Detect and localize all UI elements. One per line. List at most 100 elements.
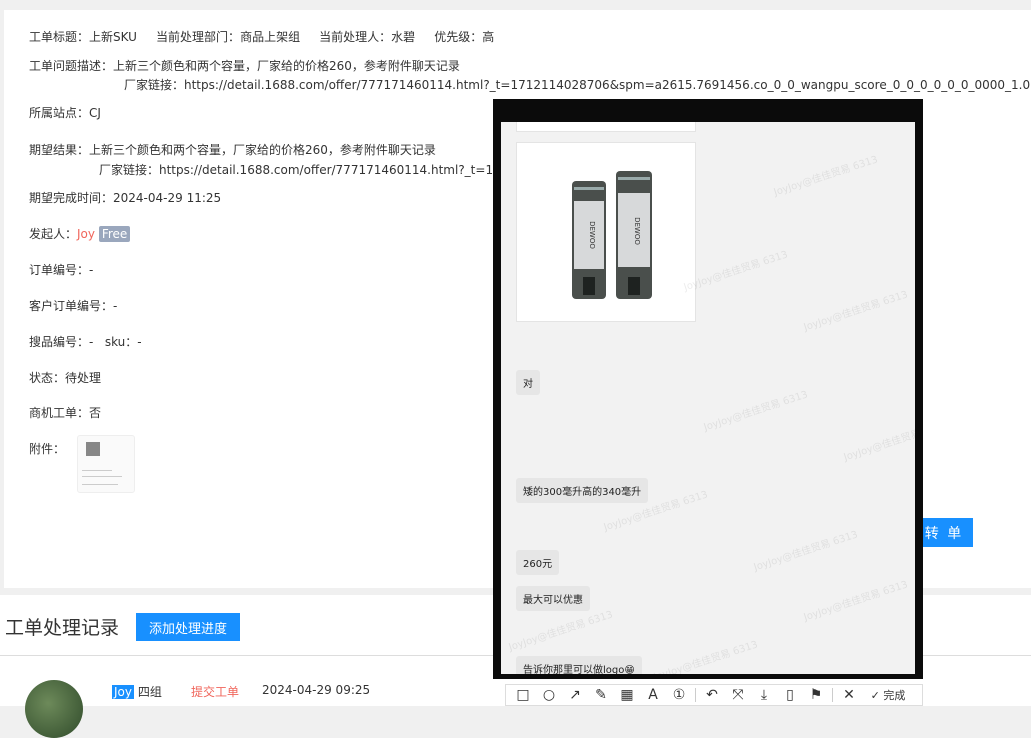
undo-icon[interactable]: ↶ <box>699 685 725 705</box>
circle-icon[interactable]: ○ <box>536 685 562 705</box>
chat-message: 260元 <box>516 550 560 575</box>
search-label: 搜品编号： <box>29 335 90 349</box>
biz-row: 商机工单：否 <box>29 405 101 421</box>
order-label: 订单编号： <box>29 263 90 277</box>
thumb-line <box>82 470 112 471</box>
record-user: Joy 四组 <box>112 683 162 700</box>
toolbar-separator <box>832 688 833 702</box>
done-button[interactable]: ✓ 完成 <box>862 685 914 705</box>
avatar <box>25 680 83 738</box>
record-action: 提交工单 <box>191 685 240 699</box>
thumb-line <box>82 484 118 485</box>
handler-label: 当前处理人： <box>319 30 392 44</box>
watermark: JoyJoy@佳佳贸易 6313 <box>842 419 915 464</box>
sku-value: - <box>137 335 142 349</box>
due-label: 期望完成时间： <box>29 191 114 205</box>
search-row: 搜品编号：- sku：- <box>29 334 142 350</box>
expect-line1: 上新三个颜色和两个容量，厂家给的价格260，参考附件聊天记录 <box>89 143 436 157</box>
expect-link-row: 厂家链接：https://detail.1688.com/offer/77717… <box>99 162 524 178</box>
biz-value: 否 <box>89 406 102 420</box>
chat-screenshot: DEWOO DEWOO 对 矮的300毫升高的340毫升 260元 最大可以优惠… <box>501 122 915 674</box>
cust-order-label: 客户订单编号： <box>29 299 114 313</box>
attachment-thumbnail[interactable] <box>77 435 135 493</box>
watermark: JoyJoy@佳佳贸易 6313 <box>682 249 790 294</box>
crop-icon[interactable]: ⤧ <box>725 685 751 705</box>
chat-message: 对 <box>516 370 540 395</box>
priority-value: 高 <box>482 30 495 44</box>
records-title: 工单处理记录 <box>5 617 120 639</box>
product-brand-text: DEWOO <box>588 221 596 249</box>
initiator-name[interactable]: Joy <box>77 227 95 241</box>
arrow-icon[interactable]: ↗ <box>562 685 588 705</box>
record-group: 四组 <box>137 685 162 699</box>
expect-label: 期望结果： <box>29 143 90 157</box>
thumb-line <box>82 476 122 477</box>
dept-value: 商品上架组 <box>240 30 301 44</box>
number-icon[interactable]: ① <box>666 685 692 705</box>
due-row: 期望完成时间：2024-04-29 11:25 <box>29 190 221 206</box>
toolbar-separator <box>695 688 696 702</box>
watermark: JoyJoy@佳佳贸易 6313 <box>802 289 910 334</box>
site-row: 所属站点：CJ <box>29 105 101 121</box>
close-icon[interactable]: ✕ <box>836 685 862 705</box>
problem-line2[interactable]: 厂家链接：https://detail.1688.com/offer/77717… <box>124 78 1030 92</box>
order-value: - <box>89 263 94 277</box>
attach-row: 附件： <box>29 441 65 457</box>
ticket-header-row: 工单标题：上新SKU 当前处理部门：商品上架组 当前处理人：水碧 优先级：高 <box>29 29 494 45</box>
problem-label: 工单问题描述： <box>29 59 114 73</box>
status-row: 状态：待处理 <box>29 370 101 386</box>
status-value: 待处理 <box>65 371 102 385</box>
rect-icon[interactable]: □ <box>510 685 536 705</box>
product-brand-text: DEWOO <box>633 217 641 245</box>
bookmark-icon[interactable]: ⚑ <box>803 685 829 705</box>
mosaic-icon[interactable]: ▦ <box>614 685 640 705</box>
initiator-label: 发起人： <box>29 227 78 241</box>
pen-icon[interactable]: ✎ <box>588 685 614 705</box>
priority-label: 优先级： <box>434 30 483 44</box>
watermark: JoyJoy@佳佳贸易 6313 <box>802 579 910 624</box>
pin-icon[interactable]: ▯ <box>777 685 803 705</box>
sku-label: sku： <box>104 335 138 349</box>
done-label: 完成 <box>883 689 906 702</box>
order-row: 订单编号：- <box>29 262 93 278</box>
site-label: 所属站点： <box>29 106 90 120</box>
free-badge: Free <box>98 226 131 242</box>
cust-order-row: 客户订单编号：- <box>29 298 117 314</box>
chat-message: 告诉你那里可以做logo😁 <box>516 656 642 674</box>
screenshot-toolbar: □ ○ ↗ ✎ ▦ A ① ↶ ⤧ ⤓ ▯ ⚑ ✕ ✓ 完成 <box>505 684 923 706</box>
top-bar <box>0 0 1031 10</box>
problem-row: 工单问题描述：上新三个颜色和两个容量，厂家给的价格260，参考附件聊天记录 <box>29 58 460 74</box>
site-value: CJ <box>89 106 101 120</box>
problem-line1: 上新三个颜色和两个容量，厂家给的价格260，参考附件聊天记录 <box>113 59 460 73</box>
add-progress-button[interactable]: 添加处理进度 <box>136 613 240 641</box>
title-label: 工单标题： <box>29 30 90 44</box>
record-time: 2024-04-29 09:25 <box>262 683 371 697</box>
chat-message: 最大可以优惠 <box>516 586 590 611</box>
watermark: JoyJoy@佳佳贸易 6313 <box>702 389 810 434</box>
product-image-card: DEWOO DEWOO <box>516 142 696 322</box>
check-icon: ✓ <box>870 688 880 702</box>
handler-value: 水碧 <box>391 30 416 44</box>
biz-label: 商机工单： <box>29 406 90 420</box>
due-value: 2024-04-29 11:25 <box>113 191 222 205</box>
watermark: JoyJoy@佳佳贸易 6313 <box>652 639 760 674</box>
status-label: 状态： <box>29 371 66 385</box>
product-bottles-image: DEWOO DEWOO <box>572 171 652 299</box>
watermark: JoyJoy@佳佳贸易 6313 <box>752 529 860 574</box>
download-icon[interactable]: ⤓ <box>751 685 777 705</box>
chat-message: 矮的300毫升高的340毫升 <box>516 478 649 503</box>
watermark: JoyJoy@佳佳贸易 6313 <box>772 154 880 199</box>
thumbnail-image-icon <box>86 442 100 456</box>
title-value: 上新SKU <box>89 30 137 44</box>
watermark: JoyJoy@佳佳贸易 6313 <box>507 609 615 654</box>
text-icon[interactable]: A <box>640 685 666 705</box>
problem-link-row: 厂家链接：https://detail.1688.com/offer/77717… <box>124 77 1030 93</box>
transfer-button[interactable]: 转 单 <box>915 518 973 547</box>
initiator-row: 发起人：Joy Free <box>29 226 131 242</box>
dept-label: 当前处理部门： <box>156 30 241 44</box>
record-user-name[interactable]: Joy <box>112 685 134 699</box>
expect-line2[interactable]: 厂家链接：https://detail.1688.com/offer/77717… <box>99 163 524 177</box>
search-value: - <box>89 335 94 349</box>
cust-order-value: - <box>113 299 118 313</box>
expect-row: 期望结果：上新三个颜色和两个容量，厂家给的价格260，参考附件聊天记录 <box>29 142 436 158</box>
